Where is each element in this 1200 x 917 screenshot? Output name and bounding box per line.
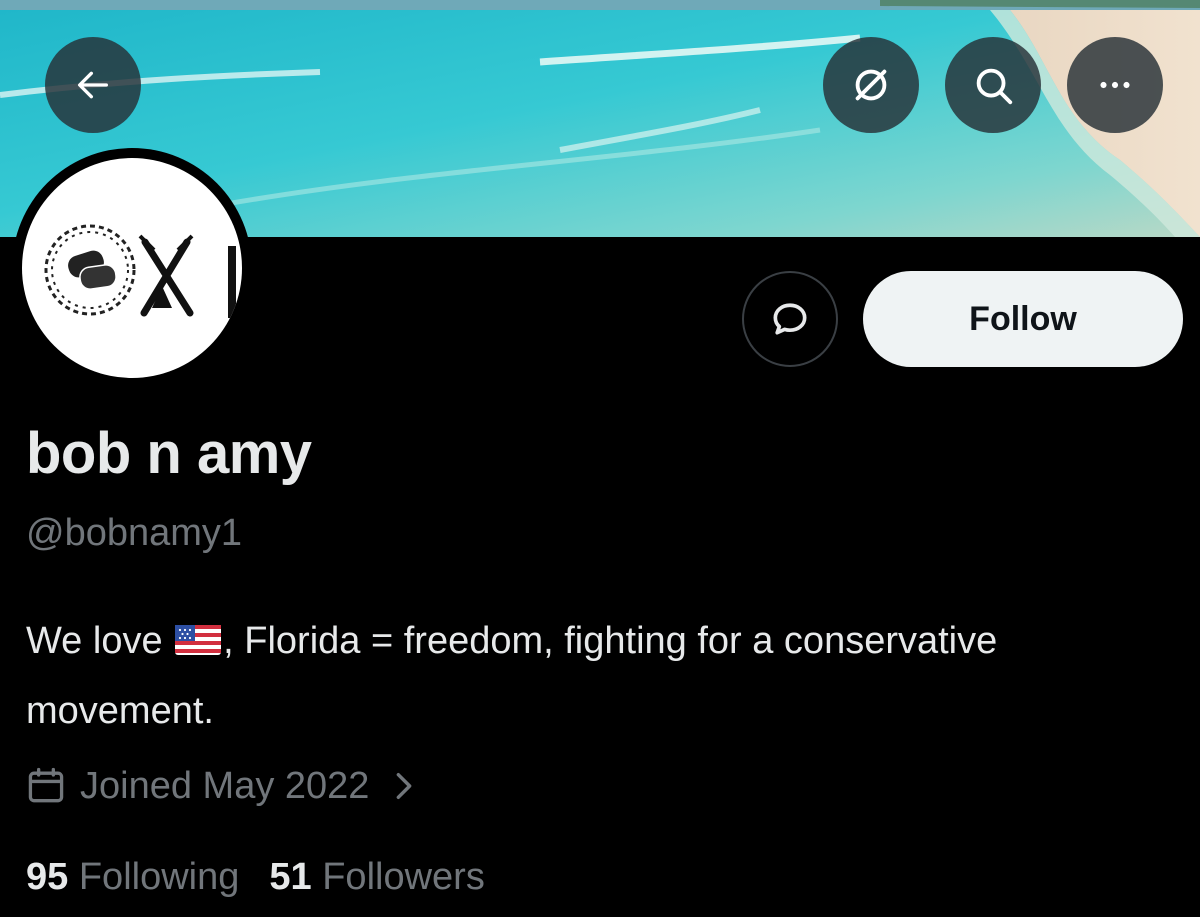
back-button[interactable] [45, 37, 141, 133]
following-link[interactable]: 95 Following [26, 856, 239, 899]
more-button[interactable] [1067, 37, 1163, 133]
display-name: bob n amy [26, 421, 312, 486]
grok-button[interactable] [823, 37, 919, 133]
following-label: Following [78, 856, 240, 898]
followers-count: 51 [269, 856, 312, 898]
avatar-image [22, 158, 242, 378]
profile-avatar[interactable] [12, 148, 252, 388]
bio-text-start: We love [26, 620, 163, 662]
follow-stats: 95 Following 51 Followers [26, 856, 515, 899]
message-bubble-icon [773, 303, 807, 335]
dogtags-rifles-icon [44, 224, 236, 318]
arrow-left-icon [78, 71, 109, 99]
bio-text-rest: , Florida = freedom, fighting for a cons… [26, 620, 998, 732]
joined-date: Joined May 2022 [80, 764, 370, 807]
more-dots-icon [1100, 81, 1130, 89]
message-button[interactable] [742, 271, 838, 367]
calendar-icon [28, 767, 64, 803]
follow-button[interactable]: Follow [863, 271, 1183, 367]
followers-label: Followers [322, 856, 485, 898]
search-button[interactable] [945, 37, 1041, 133]
following-count: 95 [26, 856, 69, 898]
joined-date-row[interactable]: Joined May 2022 [24, 764, 429, 808]
search-icon [976, 68, 1013, 105]
user-handle: @bobnamy1 [26, 512, 243, 554]
followers-link[interactable]: 51 Followers [269, 856, 484, 899]
us-flag-emoji-icon [175, 625, 222, 655]
slashed-circle-icon [855, 69, 887, 101]
profile-bio: We love , Florida = freedom, fighting fo… [26, 606, 1166, 746]
chevron-right-icon [397, 772, 412, 800]
